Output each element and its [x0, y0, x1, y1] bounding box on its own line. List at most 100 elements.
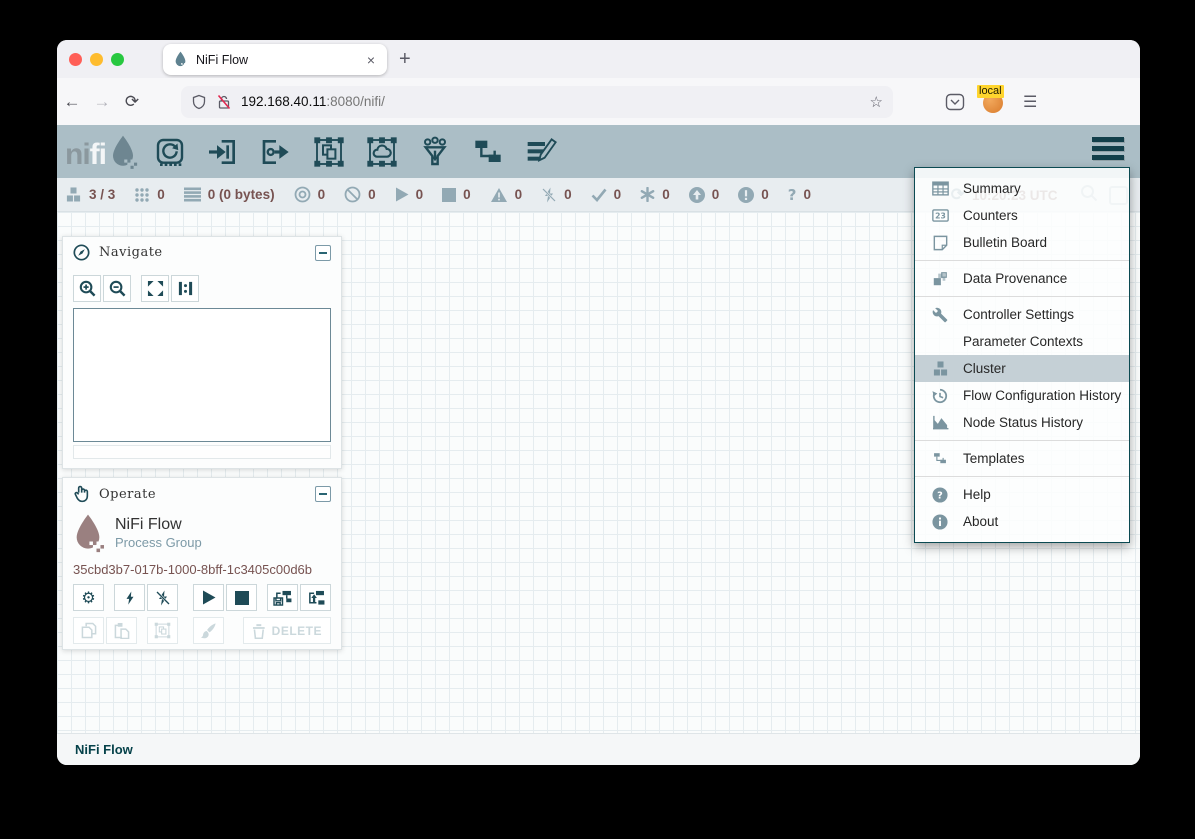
status-running: 0 — [395, 187, 424, 202]
forward-button[interactable]: → — [87, 92, 117, 112]
remote-process-group-draggable[interactable] — [366, 136, 398, 168]
bookmark-star-icon[interactable]: ☆ — [870, 93, 883, 111]
input-port-draggable[interactable] — [207, 136, 239, 168]
screen: NiFi Flow × + ← → ⟳ 192.168.40.11:8080/n… — [0, 0, 1195, 839]
zoom-actual-size-button[interactable] — [171, 275, 199, 302]
gear-icon: ⚙ — [81, 590, 95, 606]
menu-item-node-status-history[interactable]: Node Status History — [915, 409, 1129, 436]
titlebar: NiFi Flow × + — [57, 40, 1140, 78]
process-group-draggable[interactable] — [313, 136, 345, 168]
template-draggable[interactable] — [472, 136, 504, 168]
disable-button[interactable] — [147, 584, 178, 611]
navigate-title: Navigate — [99, 245, 315, 260]
stop-button[interactable] — [226, 584, 257, 611]
funnel-draggable[interactable] — [419, 136, 451, 168]
browser-window: NiFi Flow × + ← → ⟳ 192.168.40.11:8080/n… — [57, 40, 1140, 765]
collapse-navigate-button[interactable] — [315, 245, 331, 261]
component-toolbar — [154, 136, 557, 168]
status-value: 0 — [803, 187, 811, 202]
url-text: 192.168.40.11:8080/nifi/ — [241, 94, 870, 109]
menu-item-templates[interactable]: Templates — [915, 445, 1129, 472]
zoom-window-button[interactable] — [111, 53, 124, 66]
menu-item-label: Cluster — [963, 361, 1006, 376]
burger-bar — [1092, 137, 1124, 142]
nifi-global-menu-button[interactable] — [1092, 137, 1124, 160]
menu-item-label: Controller Settings — [963, 307, 1074, 322]
profile-avatar[interactable]: local — [983, 91, 1005, 113]
copy-button[interactable] — [73, 617, 104, 644]
save-template-button[interactable] — [267, 584, 298, 611]
delete-label: DELETE — [272, 624, 322, 638]
menu-item-summary[interactable]: Summary — [915, 175, 1129, 202]
menu-item-data-provenance[interactable]: Data Provenance — [915, 265, 1129, 292]
status-locally-modified: 0 — [640, 187, 670, 202]
status-invalid: 0 — [490, 187, 523, 203]
menu-item-controller-settings[interactable]: Controller Settings — [915, 301, 1129, 328]
url-path: :8080/nifi/ — [326, 94, 385, 109]
hand-pointer-icon — [73, 485, 90, 503]
operate-component: NiFi Flow Process Group — [63, 508, 341, 556]
menu-item-counters[interactable]: 23 Counters — [915, 202, 1129, 229]
status-value: 0 — [416, 187, 424, 202]
burger-bar — [1092, 146, 1124, 151]
tab-close-icon[interactable]: × — [365, 52, 377, 68]
menu-item-about[interactable]: About — [915, 508, 1129, 535]
status-transmitting: 0 — [294, 186, 326, 203]
navbar-right-controls: local ☰ — [945, 91, 1037, 113]
pocket-icon[interactable] — [945, 93, 965, 111]
status-stopped: 0 — [442, 187, 471, 202]
menu-item-label: Templates — [963, 451, 1025, 466]
status-stale: 0 — [689, 187, 720, 203]
back-button[interactable]: ← — [57, 92, 87, 112]
status-queued: 0 (0 bytes) — [184, 187, 275, 202]
close-window-button[interactable] — [69, 53, 82, 66]
browser-menu-button[interactable]: ☰ — [1023, 92, 1037, 112]
url-bar[interactable]: 192.168.40.11:8080/nifi/ ☆ — [181, 86, 893, 118]
collapse-operate-button[interactable] — [315, 486, 331, 502]
start-button[interactable] — [193, 584, 224, 611]
running-play-icon — [395, 187, 409, 202]
template-icon — [930, 451, 950, 466]
configure-button[interactable]: ⚙ — [73, 584, 104, 611]
zoom-in-button[interactable] — [73, 275, 101, 302]
zoom-out-button[interactable] — [103, 275, 131, 302]
status-value: 0 — [662, 187, 670, 202]
birdseye-brush[interactable] — [73, 445, 331, 459]
upload-template-button[interactable] — [300, 584, 331, 611]
reload-button[interactable]: ⟳ — [117, 92, 147, 112]
navigate-header: Navigate — [63, 237, 341, 266]
status-value: 0 — [761, 187, 769, 202]
new-tab-button[interactable]: + — [399, 48, 411, 70]
asterisk-icon — [640, 187, 655, 202]
status-active-threads: 0 — [134, 187, 165, 203]
menu-item-bulletin-board[interactable]: Bulletin Board — [915, 229, 1129, 256]
color-button[interactable] — [193, 617, 224, 644]
upload-template-icon — [306, 590, 325, 606]
processor-draggable[interactable] — [154, 136, 186, 168]
breadcrumb: NiFi Flow — [57, 733, 1140, 765]
output-port-draggable[interactable] — [260, 136, 292, 168]
browser-tab[interactable]: NiFi Flow × — [163, 44, 387, 75]
menu-item-flow-configuration-history[interactable]: Flow Configuration History — [915, 382, 1129, 409]
breadcrumb-root[interactable]: NiFi Flow — [75, 742, 133, 757]
menu-item-help[interactable]: ? Help — [915, 481, 1129, 508]
operate-title: Operate — [99, 487, 315, 502]
zoom-fit-button[interactable] — [141, 275, 169, 302]
shield-icon[interactable] — [191, 94, 207, 110]
delete-button[interactable]: DELETE — [243, 617, 331, 644]
status-value: 0 (0 bytes) — [208, 187, 275, 202]
label-draggable[interactable] — [525, 136, 557, 168]
group-button[interactable] — [147, 617, 178, 644]
status-cluster: 3 / 3 — [65, 187, 115, 203]
operate-buttons-row-2: DELETE — [63, 617, 341, 644]
birdseye-minimap[interactable] — [73, 308, 331, 442]
menu-item-label: Bulletin Board — [963, 235, 1047, 250]
operate-header: Operate — [63, 478, 341, 508]
enable-button[interactable] — [114, 584, 145, 611]
menu-item-cluster[interactable]: Cluster — [915, 355, 1129, 382]
paste-button[interactable] — [106, 617, 137, 644]
insecure-lock-icon[interactable] — [216, 94, 232, 110]
minimize-window-button[interactable] — [90, 53, 103, 66]
menu-separator — [915, 296, 1129, 297]
menu-item-parameter-contexts[interactable]: Parameter Contexts — [915, 328, 1129, 355]
